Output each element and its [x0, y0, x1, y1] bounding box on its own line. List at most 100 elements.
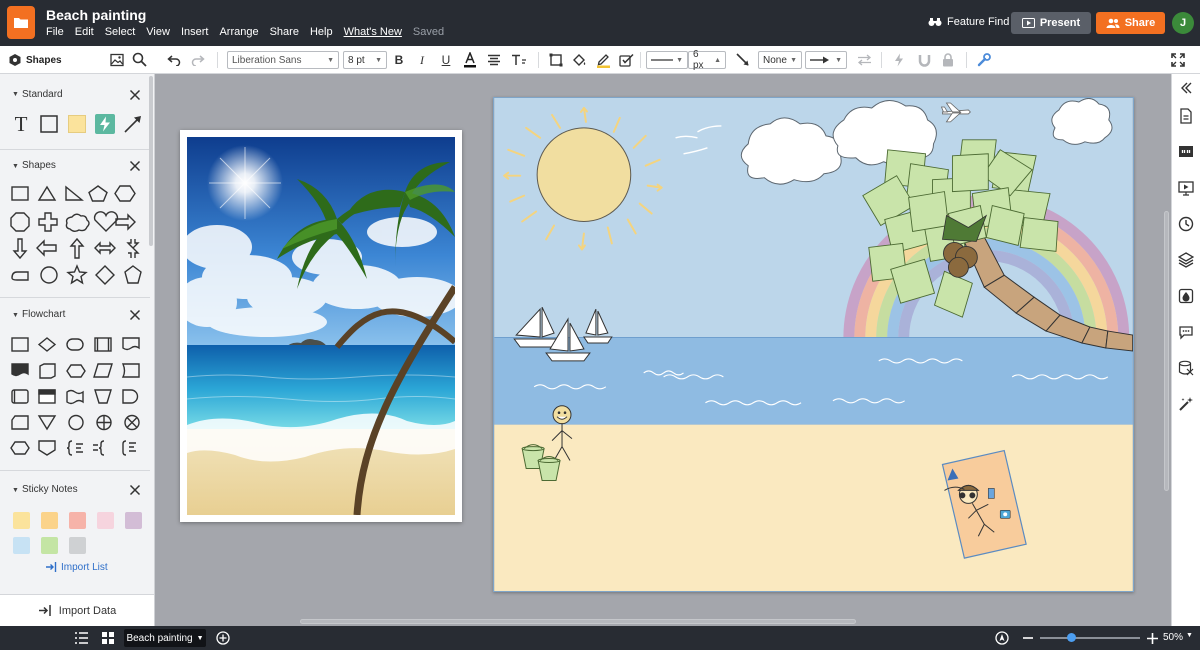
shape-sticky-note[interactable] [66, 113, 88, 135]
document-title[interactable]: Beach painting [46, 7, 146, 23]
layers-icon[interactable] [1178, 252, 1194, 268]
menu-edit[interactable]: Edit [75, 26, 94, 38]
font-size-select[interactable]: 8 pt ▼ [343, 51, 387, 69]
font-family-select[interactable]: Liberation Sans ▼ [227, 51, 339, 69]
import-list-button[interactable]: Import List [45, 561, 108, 573]
magnet-button[interactable] [915, 51, 933, 69]
chat-bubble-icon[interactable] [1178, 324, 1194, 340]
text-align-button[interactable] [485, 51, 503, 69]
line-type-button[interactable] [734, 51, 752, 69]
list-view-icon[interactable] [74, 631, 89, 645]
magic-wand-icon[interactable] [1178, 396, 1194, 412]
align-center-icon [488, 54, 500, 66]
section-title-standard[interactable]: Standard [22, 89, 63, 100]
text-options-button[interactable] [509, 51, 529, 69]
shape-block[interactable] [38, 113, 60, 135]
comments-quote-icon[interactable] [1178, 144, 1194, 160]
zoom-slider-track[interactable] [1040, 637, 1140, 639]
sticky-note-swatch[interactable] [69, 537, 86, 554]
close-icon[interactable] [129, 160, 141, 172]
sticky-note-swatch[interactable] [13, 512, 30, 529]
grid-view-icon[interactable] [101, 631, 115, 645]
section-divider [0, 149, 150, 150]
zoom-in-icon[interactable] [1147, 633, 1158, 644]
sticky-note-swatch[interactable] [69, 512, 86, 529]
shape-options-button[interactable] [547, 51, 565, 69]
undo-button[interactable] [165, 51, 183, 69]
feature-find-button[interactable]: Feature Find [928, 16, 1009, 28]
section-title-flowchart[interactable]: Flowchart [22, 309, 65, 320]
zoom-out-icon[interactable] [1023, 636, 1033, 640]
share-button[interactable]: Share [1096, 12, 1165, 34]
basic-shapes-grid[interactable] [9, 183, 145, 287]
close-icon[interactable] [129, 484, 141, 496]
user-avatar[interactable]: J [1172, 12, 1194, 34]
section-title-sticky-notes[interactable]: Sticky Notes [22, 484, 78, 495]
add-page-icon[interactable] [216, 631, 230, 645]
chevron-down-icon[interactable]: ▼ [12, 312, 19, 319]
menu-insert[interactable]: Insert [181, 26, 209, 38]
lock-button[interactable] [939, 51, 957, 69]
line-start-select[interactable]: None ▼ [758, 51, 802, 69]
menu-select[interactable]: Select [105, 26, 136, 38]
shape-line[interactable] [122, 113, 144, 135]
advanced-tools-button[interactable] [975, 51, 993, 69]
menu-view[interactable]: View [146, 26, 170, 38]
menu-whats-new[interactable]: What's New [344, 26, 402, 38]
present-button[interactable]: Present [1011, 12, 1091, 34]
close-icon[interactable] [129, 309, 141, 321]
sticky-note-swatch[interactable] [41, 537, 58, 554]
redo-button[interactable] [189, 51, 207, 69]
beach-drawing-page[interactable] [493, 97, 1134, 592]
menu-arrange[interactable]: Arrange [219, 26, 258, 38]
chevron-down-icon[interactable]: ▼ [12, 487, 19, 494]
horizontal-scrollbar[interactable] [300, 619, 856, 624]
fullscreen-button[interactable] [1169, 51, 1187, 69]
shape-text[interactable]: T [10, 112, 32, 136]
theme-drop-icon[interactable] [1178, 288, 1194, 304]
chevron-down-icon[interactable]: ▼ [197, 635, 204, 642]
line-end-select[interactable]: ▼ [805, 51, 847, 69]
vertical-scrollbar[interactable] [1164, 211, 1169, 491]
navigate-icon[interactable] [995, 631, 1009, 645]
search-icon[interactable] [132, 52, 147, 67]
sticky-note-swatch[interactable] [13, 537, 30, 554]
sticky-note-swatch[interactable] [97, 512, 114, 529]
chevron-down-icon[interactable]: ▼ [12, 163, 19, 170]
line-width-select[interactable]: 6 px ▲ [688, 49, 726, 71]
menu-help[interactable]: Help [310, 26, 333, 38]
flowchart-shapes-grid[interactable] [9, 334, 145, 464]
history-clock-icon[interactable] [1178, 216, 1194, 232]
swap-line-ends-button[interactable] [855, 51, 873, 69]
action-button[interactable] [890, 51, 908, 69]
text-color-button[interactable] [461, 51, 479, 69]
zoom-slider-handle[interactable] [1067, 633, 1076, 642]
collapse-panel-icon[interactable] [1178, 80, 1194, 96]
beach-photo[interactable] [180, 130, 462, 522]
italic-button[interactable]: I [414, 51, 430, 69]
left-panel-scrollbar[interactable] [149, 76, 153, 246]
close-icon[interactable] [129, 89, 141, 101]
app-logo[interactable] [7, 6, 35, 39]
menu-file[interactable]: File [46, 26, 64, 38]
style-options-button[interactable] [618, 51, 636, 69]
zoom-level-select[interactable]: 50% ▼ [1163, 632, 1193, 643]
line-style-select[interactable]: ▼ [646, 51, 688, 69]
section-title-shapes[interactable]: Shapes [22, 160, 56, 171]
menu-share[interactable]: Share [270, 26, 299, 38]
import-data-button[interactable]: Import Data [0, 594, 154, 626]
fill-color-button[interactable] [570, 51, 588, 69]
presentation-icon[interactable] [1178, 180, 1194, 196]
sticky-note-swatch[interactable] [41, 512, 58, 529]
bold-button[interactable]: B [391, 51, 407, 69]
image-icon[interactable] [110, 53, 124, 67]
page-properties-icon[interactable] [1178, 108, 1194, 124]
line-color-button[interactable] [594, 51, 612, 69]
data-linking-icon[interactable] [1178, 360, 1194, 376]
chevron-down-icon[interactable]: ▼ [12, 91, 19, 98]
page-tab[interactable]: Beach painting ▼ [124, 629, 206, 647]
drawing-canvas[interactable] [155, 74, 1171, 626]
underline-button[interactable]: U [438, 51, 454, 69]
sticky-note-swatch[interactable] [125, 512, 142, 529]
shape-action[interactable] [94, 113, 116, 135]
